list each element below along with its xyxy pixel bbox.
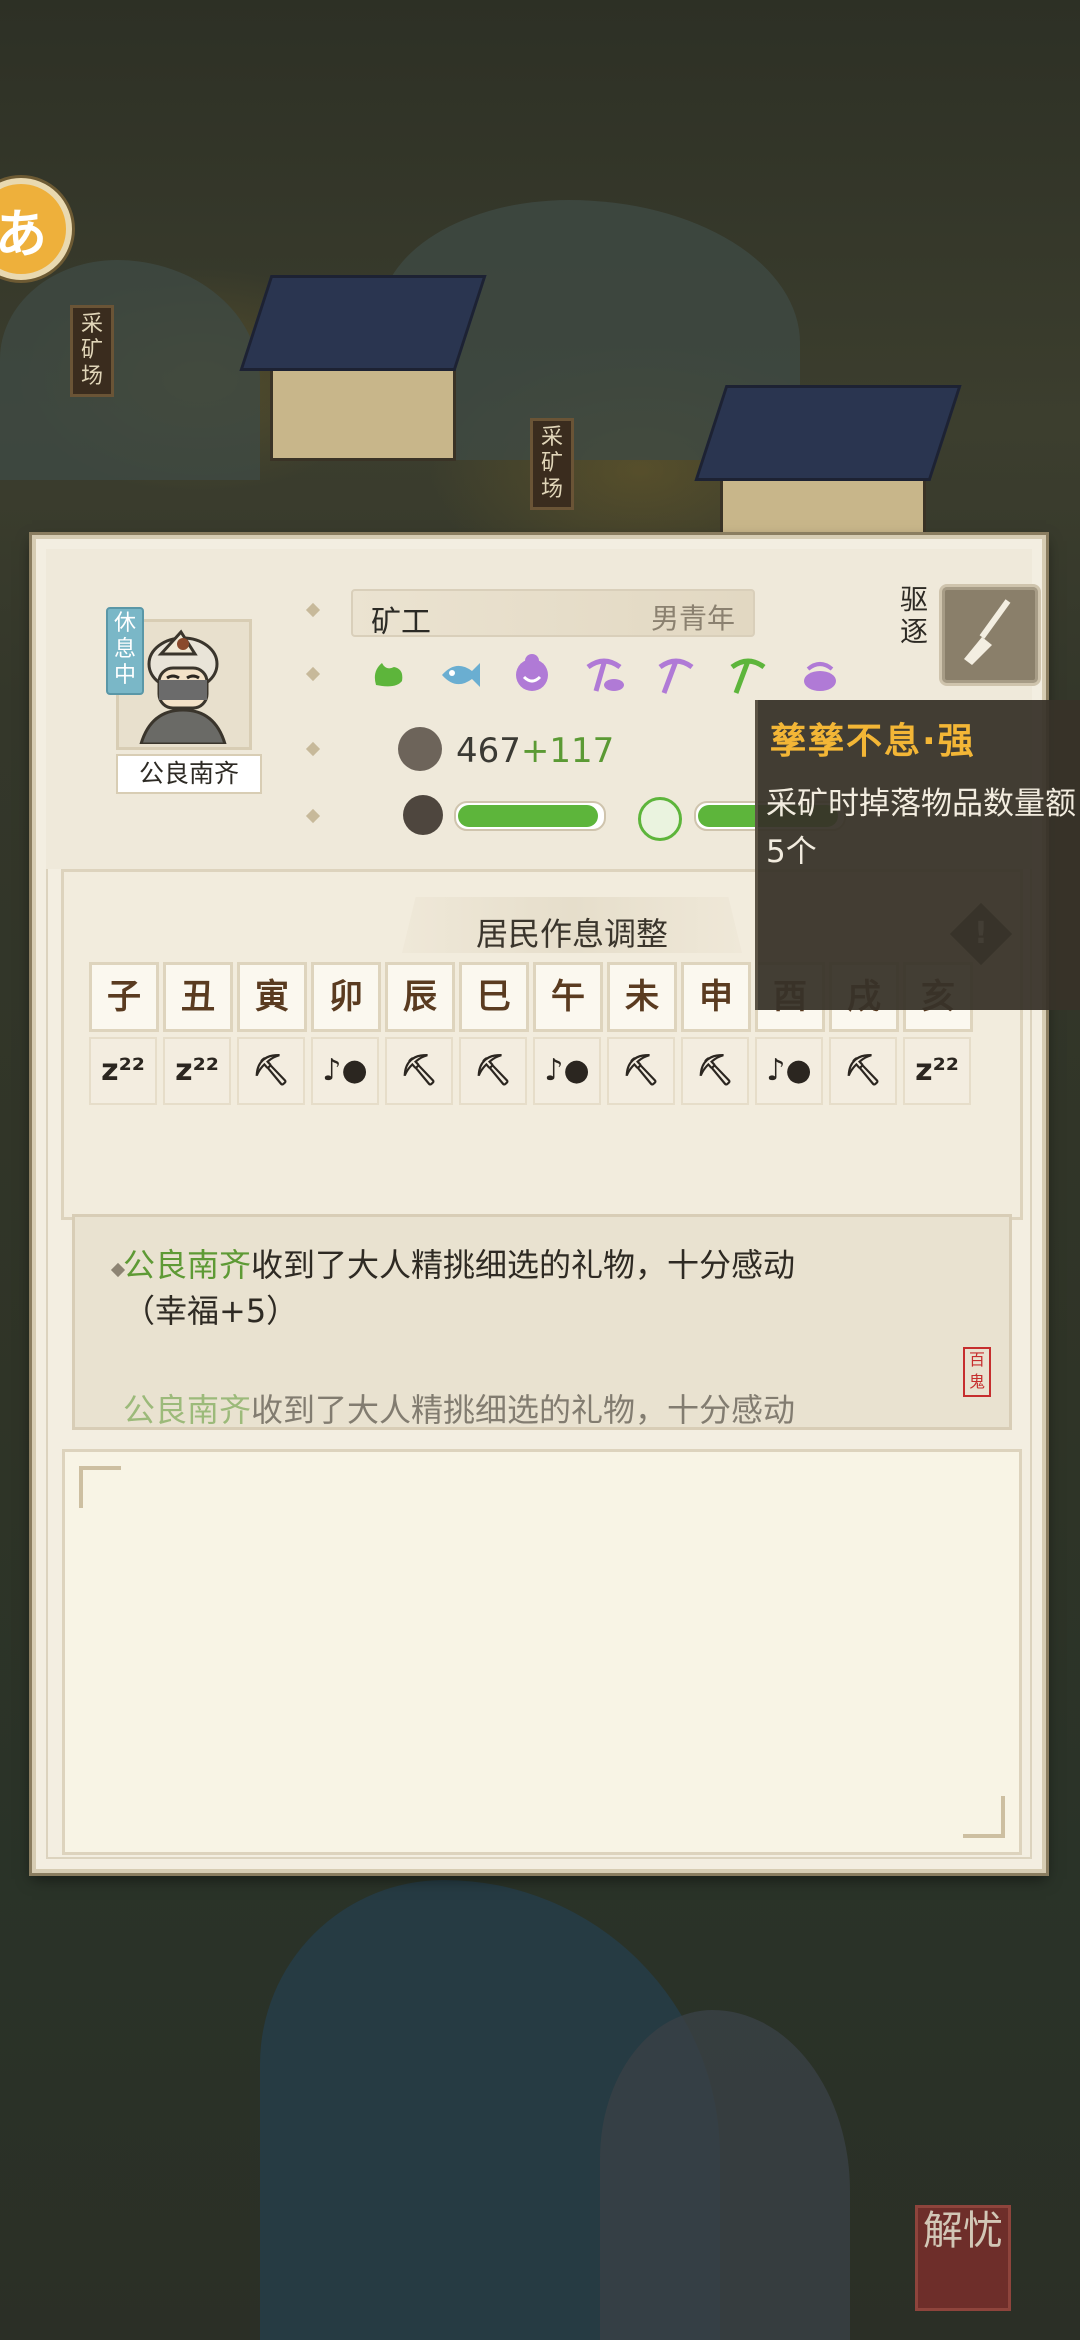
expel-label: 驱逐 — [899, 583, 928, 648]
building-roof — [239, 275, 487, 371]
log-entry-name: 公良南齐 — [123, 1246, 252, 1284]
happiness-bar-fill — [458, 805, 598, 827]
power-base: 467 — [456, 731, 521, 771]
sleep-activity-icon[interactable]: z²² — [903, 1037, 971, 1105]
row-marker — [305, 666, 321, 682]
status-tag: 休息中 — [106, 607, 144, 695]
face-icon[interactable] — [510, 651, 554, 695]
hour-slot[interactable]: 午 — [533, 962, 603, 1032]
happiness-bar — [454, 801, 606, 831]
broom-icon — [964, 599, 1011, 665]
hour-slot[interactable]: 子 — [89, 962, 159, 1032]
tooltip-line2: 5个 — [766, 834, 817, 870]
ore-pile-icon[interactable] — [798, 651, 842, 695]
pickaxe-icon[interactable] — [726, 651, 770, 695]
leisure-activity-icon[interactable]: ♪● — [755, 1037, 823, 1105]
row-marker — [305, 808, 321, 824]
work-activity-icon[interactable]: ⛏ — [829, 1037, 897, 1105]
row-marker — [305, 741, 321, 757]
work-activity-icon[interactable]: ⛏ — [607, 1037, 675, 1105]
corner-ornament — [963, 1796, 1005, 1838]
leisure-activity-icon[interactable]: ♪● — [533, 1037, 601, 1105]
empty-content-box — [62, 1449, 1022, 1855]
job-title: 矿工 — [371, 605, 431, 640]
work-activity-icon[interactable]: ⛏ — [459, 1037, 527, 1105]
event-log: 公良南齐收到了大人精挑细选的礼物，十分感动 （幸福+5） 公良南齐收到了大人精挑… — [72, 1214, 1012, 1430]
tooltip-text: 采矿时掉落物品数量额 5个 — [766, 780, 1080, 876]
heart-icon — [403, 795, 443, 835]
pickaxe-icon[interactable] — [654, 651, 698, 695]
hour-slot[interactable]: 丑 — [163, 962, 233, 1032]
corner-logo[interactable]: 解忧 — [915, 2205, 1011, 2311]
log-entry-name: 公良南齐 — [123, 1391, 252, 1429]
expel-button[interactable] — [939, 584, 1041, 686]
age-gender: 男青年 — [650, 602, 735, 635]
hour-slot[interactable]: 申 — [681, 962, 751, 1032]
leisure-activity-icon[interactable]: ♪● — [311, 1037, 379, 1105]
log-entry: 公良南齐收到了大人精挑细选的礼物，十分感动 （幸福+5） — [123, 1242, 983, 1334]
log-entry: 公良南齐收到了大人精挑细选的礼物，十分感动 — [123, 1387, 983, 1429]
work-activity-icon[interactable]: ⛏ — [385, 1037, 453, 1105]
log-entry-text: 收到了大人精挑细选的礼物，十分感动 — [251, 1391, 796, 1429]
ore-pick-icon[interactable] — [582, 651, 626, 695]
hour-slot[interactable]: 巳 — [459, 962, 529, 1032]
tooltip-line1: 采矿时掉落物品数量额 — [766, 786, 1076, 822]
schedule-title-banner: 居民作息调整 — [402, 897, 742, 953]
hour-slot[interactable]: 辰 — [385, 962, 455, 1032]
corner-ornament — [79, 1466, 121, 1508]
building-roof — [694, 385, 962, 481]
mine-sign: 采矿场 — [530, 418, 574, 510]
fish-icon[interactable] — [438, 651, 482, 695]
leaf-icon — [638, 797, 682, 841]
power-bonus: +117 — [520, 731, 615, 771]
log-entry-detail: （幸福+5） — [123, 1292, 299, 1330]
sleep-activity-icon[interactable]: z²² — [89, 1037, 157, 1105]
job-bar: 矿工 男青年 — [351, 589, 755, 640]
work-activity-icon[interactable]: ⛏ — [237, 1037, 305, 1105]
row-marker — [305, 602, 321, 618]
log-entry-text: 收到了大人精挑细选的礼物，十分感动 — [251, 1246, 796, 1284]
schedule-title: 居民作息调整 — [475, 915, 668, 953]
character-name: 公良南齐 — [116, 754, 262, 794]
power-value: 467+117 — [456, 731, 614, 771]
side-button-label: あ — [0, 204, 47, 265]
work-activity-icon[interactable]: ⛏ — [681, 1037, 749, 1105]
trait-tooltip: 孳孳不息·强 采矿时掉落物品数量额 5个 — [755, 700, 1080, 1010]
mine-sign: 采矿场 — [70, 305, 114, 397]
hour-slot[interactable]: 寅 — [237, 962, 307, 1032]
hour-slot[interactable]: 卯 — [311, 962, 381, 1032]
tooltip-title: 孳孳不息·强 — [770, 721, 976, 762]
hour-slot[interactable]: 未 — [607, 962, 677, 1032]
power-icon — [398, 727, 442, 771]
seal-stamp: 百鬼 — [963, 1347, 991, 1397]
strength-arm-icon[interactable] — [366, 651, 410, 695]
sleep-activity-icon[interactable]: z²² — [163, 1037, 231, 1105]
